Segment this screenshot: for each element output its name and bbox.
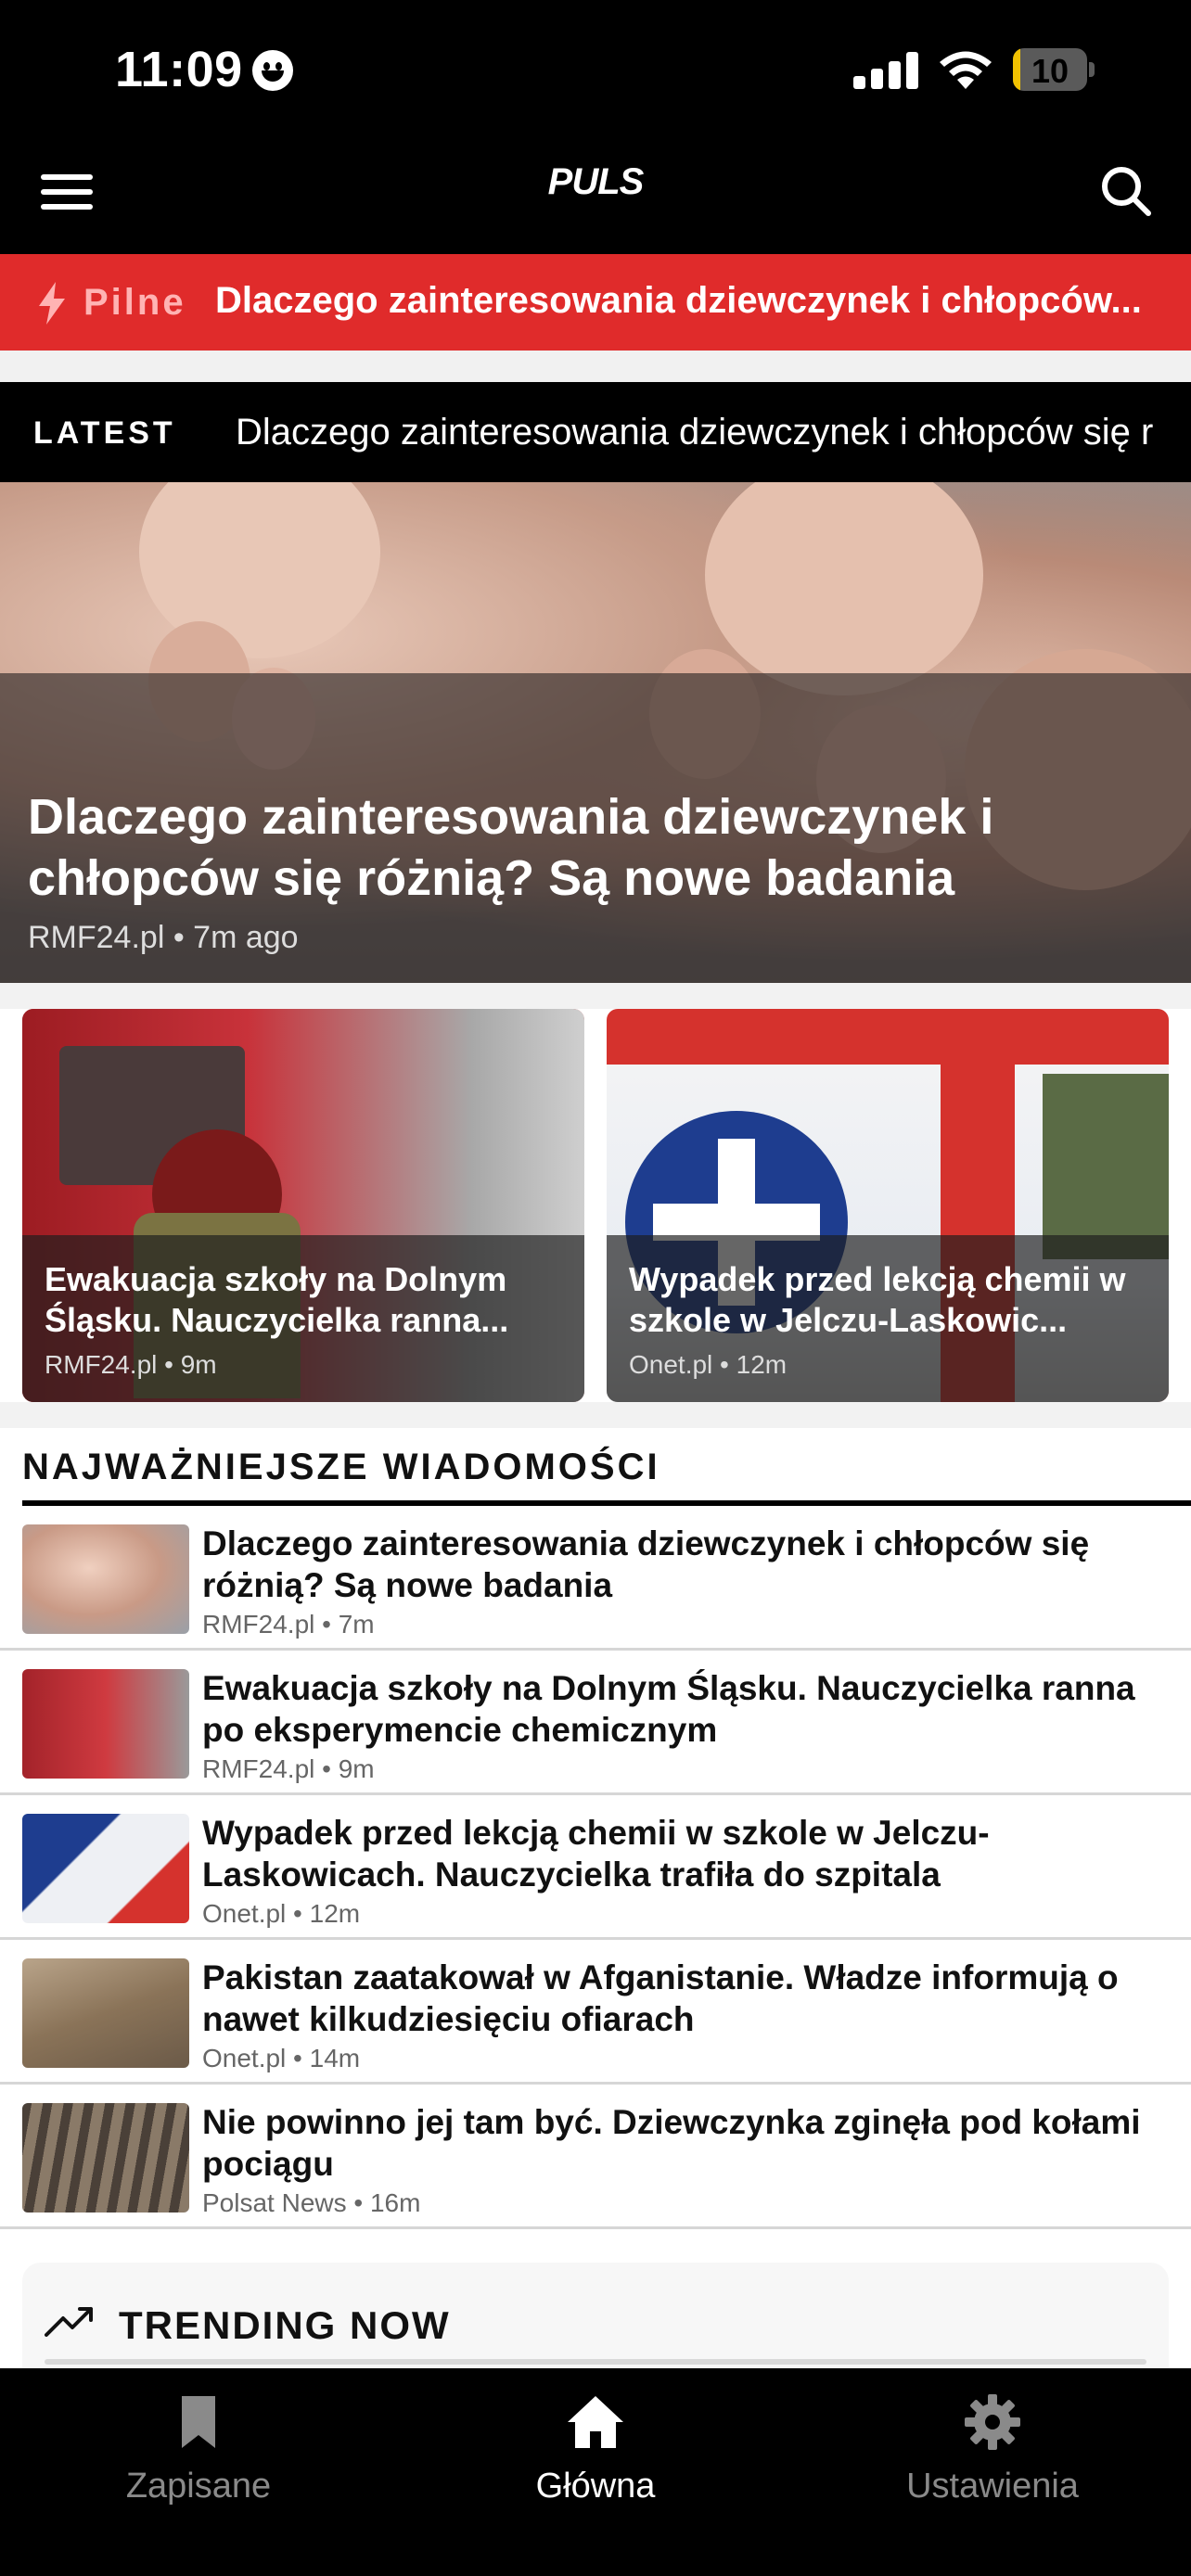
status-bar: 11:09 10 (0, 0, 1191, 130)
list-item[interactable]: Wypadek przed lekcją chemii w szkole w J… (0, 1795, 1191, 1940)
cellular-signal-icon (853, 52, 920, 89)
divider (0, 983, 1191, 1009)
list-item-title: Wypadek przed lekcją chemii w szkole w J… (202, 1814, 990, 1894)
nav-item-home[interactable]: Główna (397, 2392, 794, 2513)
trending-up-icon (45, 2307, 93, 2337)
breaking-news-bar[interactable]: Pilne Dlaczego zainteresowania dziewczyn… (0, 254, 1191, 351)
list-item[interactable]: Ewakuacja szkoły na Dolnym Śląsku. Naucz… (0, 1651, 1191, 1795)
section-title: NAJWAŻNIEJSZE WIADOMOŚCI (22, 1447, 660, 1487)
hero-title: Dlaczego zainteresowania dziewczynek i c… (28, 789, 994, 906)
hero-article[interactable]: Dlaczego zainteresowania dziewczynek i c… (0, 482, 1191, 983)
trending-title: TRENDING NOW (119, 2303, 451, 2347)
nav-label: Zapisane (125, 2467, 272, 2506)
latest-headline: Dlaczego zainteresowania dziewczynek i c… (236, 412, 1154, 453)
thumb-railway-tracks (22, 2103, 189, 2213)
trending-section: TRENDING NOW (22, 2263, 1169, 2383)
trending-underline (45, 2359, 1146, 2365)
list-item[interactable]: Dlaczego zainteresowania dziewczynek i c… (0, 1506, 1191, 1651)
latest-ticker[interactable]: LATEST Dlaczego zainteresowania dziewczy… (0, 382, 1191, 482)
home-icon (568, 2396, 623, 2448)
card-title: Wypadek przed lekcją chemii w szkole w J… (629, 1260, 1126, 1339)
nav-label: Ustawienia (906, 2467, 1079, 2506)
divider (0, 351, 1191, 382)
nav-label: Główna (535, 2467, 656, 2506)
card-meta: Onet.pl • 12m (629, 1350, 788, 1379)
list-item-meta: Onet.pl • 12m (202, 1899, 361, 1928)
article-card[interactable]: Wypadek przed lekcją chemii w szkole w J… (607, 1009, 1169, 1402)
thumb-rubble (22, 1958, 189, 2068)
bottom-nav: Zapisane Główna Ustawienia (0, 2368, 1191, 2576)
status-time: 11:09 (115, 42, 243, 97)
breaking-headline: Dlaczego zainteresowania dziewczynek i c… (215, 280, 1142, 321)
card-meta: RMF24.pl • 9m (45, 1350, 217, 1379)
hero-meta: RMF24.pl • 7m ago (28, 920, 299, 955)
list-item-title: Nie powinno jej tam być. Dziewczynka zgi… (202, 2103, 1141, 2183)
thumb-ambulance (22, 1814, 189, 1923)
app-logo: PULS (547, 161, 645, 202)
list-item-title: Dlaczego zainteresowania dziewczynek i c… (202, 1524, 1090, 1604)
list-item-meta: RMF24.pl • 7m (202, 1610, 375, 1639)
thumb-firefighter (22, 1669, 189, 1779)
divider (0, 1402, 1191, 1428)
thumb-baby-feet (22, 1524, 189, 1634)
app-header: PULS (0, 130, 1191, 254)
list-item[interactable]: Nie powinno jej tam być. Dziewczynka zgi… (0, 2085, 1191, 2229)
article-card[interactable]: Ewakuacja szkoły na Dolnym Śląsku. Naucz… (22, 1009, 584, 1402)
smiley-icon (252, 50, 293, 91)
search-icon[interactable] (1098, 163, 1154, 219)
list-item[interactable]: Pakistan zaatakował w Afganistanie. Wład… (0, 1940, 1191, 2085)
list-item-title: Pakistan zaatakował w Afganistanie. Wład… (202, 1958, 1119, 2038)
nav-item-saved[interactable]: Zapisane (0, 2392, 397, 2513)
battery-percent: 10 (1031, 52, 1069, 90)
bookmark-icon (182, 2396, 215, 2448)
lightning-bolt-icon (39, 282, 65, 325)
card-title: Ewakuacja szkoły na Dolnym Śląsku. Naucz… (45, 1260, 509, 1339)
battery-icon: 10 (1013, 48, 1095, 91)
breaking-label: Pilne (83, 282, 186, 323)
list-item-meta: Onet.pl • 14m (202, 2044, 361, 2072)
list-item-title: Ewakuacja szkoły na Dolnym Śląsku. Naucz… (202, 1669, 1135, 1749)
list-item-meta: RMF24.pl • 9m (202, 1754, 375, 1783)
wifi-icon (940, 51, 992, 89)
nav-item-settings[interactable]: Ustawienia (794, 2392, 1191, 2513)
list-item-meta: Polsat News • 16m (202, 2188, 421, 2217)
gear-icon (965, 2394, 1020, 2450)
latest-label: LATEST (33, 415, 176, 451)
